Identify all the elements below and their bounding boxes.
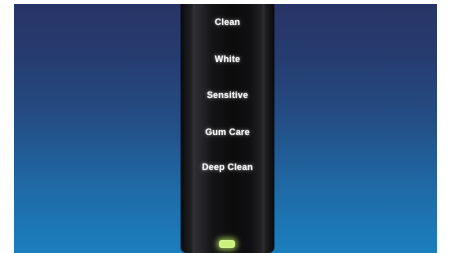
mode-list: Clean White Sensitive Gum Care Deep Clea… <box>181 4 274 253</box>
mode-clean-label: Clean <box>214 17 241 27</box>
mode-gum-care-label: Gum Care <box>205 127 250 137</box>
mode-sensitive-label: Sensitive <box>206 90 249 100</box>
mode-deep-clean-label: Deep Clean <box>201 162 254 172</box>
mode-white-label: White <box>214 54 241 64</box>
toothbrush-handle: Clean White Sensitive Gum Care Deep Clea… <box>181 4 274 253</box>
battery-indicator-icon <box>219 240 235 248</box>
product-stage: Clean White Sensitive Gum Care Deep Clea… <box>14 4 437 253</box>
